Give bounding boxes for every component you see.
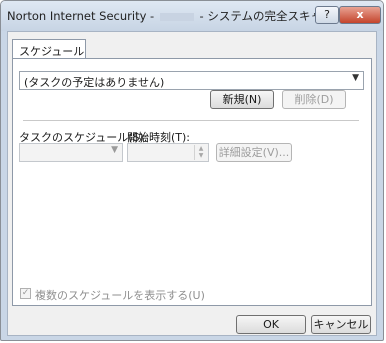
window-title-suffix: - システムの完全スキャン — [199, 9, 334, 23]
dialog-window: Norton Internet Security - - システムの完全スキャン… — [0, 0, 384, 341]
ok-button[interactable]: OK — [236, 315, 306, 334]
dialog-client-area: スケジュール (タスクの予定はありません) ▼ 新規(N) 削除(D) タスクの… — [7, 31, 377, 336]
schedule-select-value: (タスクの予定はありません) — [24, 76, 165, 89]
delete-button[interactable]: 削除(D) — [282, 90, 346, 109]
window-title-prefix: Norton Internet Security - — [7, 9, 155, 23]
spinner-arrows-icon[interactable]: ▲ ▼ — [194, 145, 207, 160]
new-button[interactable]: 新規(N) — [210, 90, 274, 109]
checkmark-icon: ✓ — [21, 288, 30, 298]
close-button[interactable]: x — [339, 6, 381, 24]
schedule-select[interactable]: (タスクの予定はありません) ▼ — [19, 71, 364, 90]
multiple-schedules-checkbox[interactable]: ✓ — [20, 288, 31, 299]
start-time-field[interactable]: ▲ ▼ — [127, 143, 209, 162]
advanced-settings-button[interactable]: 詳細設定(V)... — [216, 143, 292, 162]
tab-schedule[interactable]: スケジュール — [12, 39, 86, 59]
chevron-down-icon: ▼ — [352, 73, 359, 83]
chevron-down-icon: ▼ — [111, 145, 118, 155]
cancel-button[interactable]: キャンセル — [311, 315, 371, 334]
schedule-tab-panel: (タスクの予定はありません) ▼ 新規(N) 削除(D) タスクのスケジュール(… — [12, 58, 372, 306]
task-schedule-select[interactable]: ▼ — [19, 143, 123, 162]
separator — [23, 120, 359, 121]
title-bar: Norton Internet Security - - システムの完全スキャン… — [1, 1, 383, 31]
help-button[interactable]: ? — [315, 6, 339, 24]
window-title: Norton Internet Security - - システムの完全スキャン — [7, 8, 334, 24]
multiple-schedules-label: 複数のスケジュールを表示する(U) — [35, 289, 205, 302]
redacted-name — [159, 12, 194, 21]
